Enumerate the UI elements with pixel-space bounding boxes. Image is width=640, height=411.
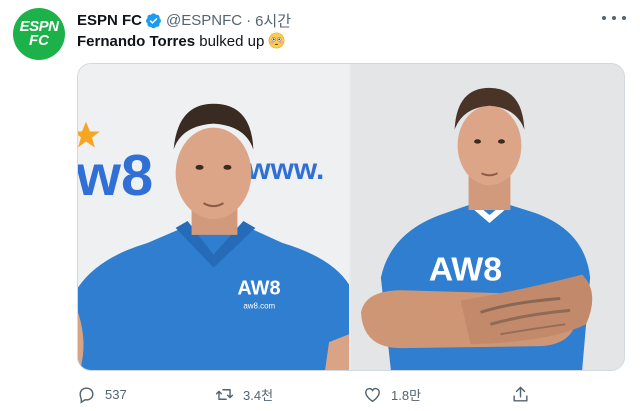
avatar[interactable]: ESPN FC: [13, 8, 65, 60]
tweet-body: bulked up: [195, 33, 265, 50]
reply-icon: [79, 386, 94, 404]
more-options-button[interactable]: [602, 10, 626, 26]
media-grid[interactable]: w8 www. AW8 aw8.com AW8: [77, 63, 625, 371]
share-button[interactable]: [511, 383, 530, 405]
retweet-count: 3.4천: [243, 387, 274, 403]
tweet-mention[interactable]: Fernando Torres: [77, 33, 195, 50]
account-handle[interactable]: @ESPNFC: [166, 12, 242, 29]
shirt-url-text: aw8.com: [243, 301, 275, 310]
shirt-logo-text-right: AW8: [429, 251, 502, 289]
photo-left-illustration: w8 www. AW8 aw8.com: [78, 64, 349, 370]
sign-url-text: www.: [246, 153, 324, 186]
flushed-face-emoji-icon: [268, 32, 285, 49]
like-button[interactable]: 1.8만: [363, 383, 421, 405]
tweet-text: Fernando Torres bulked up: [77, 32, 285, 52]
more-dot-icon: [602, 16, 606, 20]
display-name[interactable]: ESPN FC: [77, 12, 142, 29]
tweet-timestamp[interactable]: 6시간: [255, 10, 291, 31]
tweet-actions: 537 3.4천 1.8만: [77, 383, 547, 405]
photo-torres-interview[interactable]: w8 www. AW8 aw8.com: [78, 64, 349, 370]
retweet-button[interactable]: 3.4천: [215, 383, 273, 405]
verified-badge-icon: [145, 12, 162, 29]
dot-separator: ·: [246, 11, 252, 29]
sign-logo-text: w8: [78, 144, 153, 208]
tweet: ESPN FC ESPN FC @ESPNFC · 6시간 Fernando T…: [0, 0, 640, 411]
reply-count: 537: [105, 386, 127, 402]
more-dot-icon: [622, 16, 626, 20]
more-dot-icon: [612, 16, 616, 20]
share-icon: [513, 386, 528, 402]
tweet-header: ESPN FC @ESPNFC · 6시간: [77, 10, 291, 30]
avatar-logo-line2: FC: [29, 32, 49, 49]
retweet-icon: [215, 388, 234, 400]
photo-right-illustration: AW8: [351, 64, 624, 370]
photo-torres-arms-crossed[interactable]: AW8: [351, 64, 624, 370]
reply-button[interactable]: 537: [77, 383, 127, 405]
like-count: 1.8만: [391, 387, 422, 403]
heart-icon: [365, 387, 380, 402]
shirt-logo-text: AW8: [237, 278, 280, 300]
